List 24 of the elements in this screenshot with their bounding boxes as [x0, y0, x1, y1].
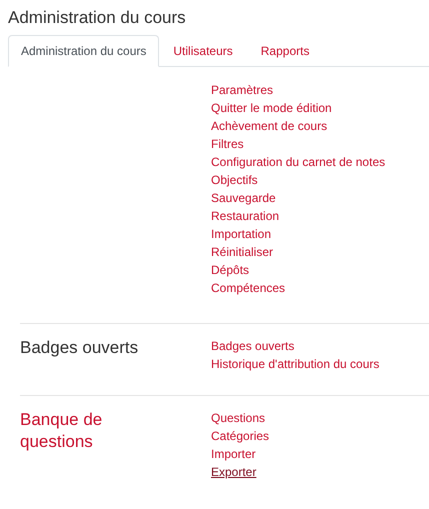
- menu-link[interactable]: Questions: [211, 409, 266, 427]
- menu-link[interactable]: Importation: [211, 225, 272, 243]
- menu-link[interactable]: Quitter le mode édition: [211, 99, 332, 117]
- menu-link[interactable]: Filtres: [211, 135, 244, 153]
- menu-link[interactable]: Compétences: [211, 279, 286, 297]
- tab[interactable]: Rapports: [246, 35, 324, 66]
- tab[interactable]: Administration du cours: [8, 35, 160, 67]
- menu-link[interactable]: Catégories: [211, 427, 270, 445]
- menu-link[interactable]: Réinitialiser: [211, 243, 274, 261]
- menu-link[interactable]: Restauration: [211, 207, 280, 225]
- menu-link[interactable]: Sauvegarde: [211, 189, 276, 207]
- menu-link[interactable]: Exporter: [211, 463, 256, 481]
- menu-link[interactable]: Paramètres: [211, 81, 274, 99]
- page-title: Administration du cours: [8, 7, 187, 29]
- menu-link[interactable]: Badges ouverts: [211, 337, 294, 355]
- menu-link[interactable]: Objectifs: [211, 171, 258, 189]
- menu-link[interactable]: Achèvement de cours: [211, 117, 328, 135]
- menu-link[interactable]: Dépôts: [211, 261, 250, 279]
- section-heading-link[interactable]: Banque de questions: [20, 409, 150, 453]
- menu-link[interactable]: Importer: [211, 445, 256, 463]
- menu-link[interactable]: Configuration du carnet de notes: [211, 153, 386, 171]
- menu-link[interactable]: Historique d'attribution du cours: [211, 355, 380, 373]
- section-heading: Badges ouverts: [20, 337, 138, 359]
- tab[interactable]: Utilisateurs: [159, 35, 247, 66]
